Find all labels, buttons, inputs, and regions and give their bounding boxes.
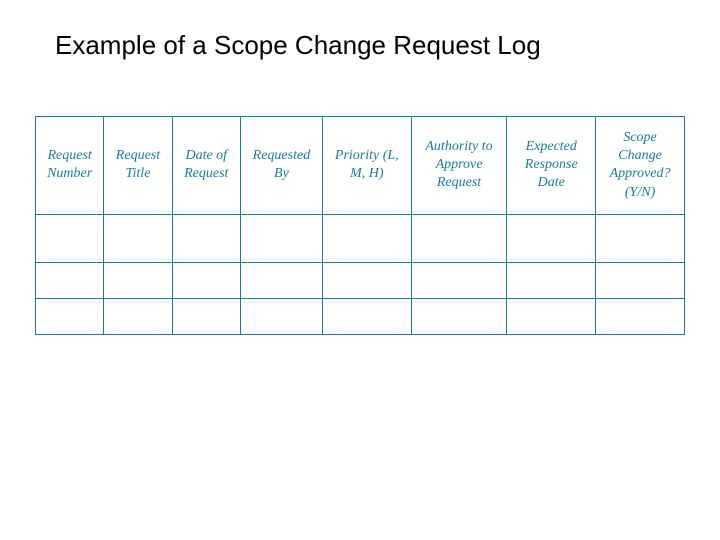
cell	[172, 262, 240, 298]
header-priority: Priority (L, M, H)	[322, 117, 411, 215]
cell	[411, 298, 507, 334]
header-requested-by: Requested By	[240, 117, 322, 215]
cell	[172, 214, 240, 262]
header-authority-to-approve: Authority to Approve Request	[411, 117, 507, 215]
header-date-of-request: Date of Request	[172, 117, 240, 215]
cell	[240, 214, 322, 262]
cell	[507, 298, 596, 334]
cell	[596, 262, 685, 298]
cell	[172, 298, 240, 334]
table-row	[36, 298, 685, 334]
table-row	[36, 214, 685, 262]
cell	[596, 214, 685, 262]
header-request-title: Request Title	[104, 117, 172, 215]
header-scope-change-approved: Scope Change Approved? (Y/N)	[596, 117, 685, 215]
page-title: Example of a Scope Change Request Log	[35, 30, 685, 61]
cell	[507, 262, 596, 298]
table-row	[36, 262, 685, 298]
cell	[596, 298, 685, 334]
cell	[322, 214, 411, 262]
cell	[104, 262, 172, 298]
cell	[240, 262, 322, 298]
cell	[411, 262, 507, 298]
table-header-row: Request Number Request Title Date of Req…	[36, 117, 685, 215]
scope-change-log-table: Request Number Request Title Date of Req…	[35, 116, 685, 335]
cell	[104, 214, 172, 262]
cell	[36, 298, 104, 334]
header-request-number: Request Number	[36, 117, 104, 215]
cell	[322, 262, 411, 298]
cell	[507, 214, 596, 262]
cell	[104, 298, 172, 334]
cell	[411, 214, 507, 262]
cell	[322, 298, 411, 334]
cell	[36, 262, 104, 298]
cell	[36, 214, 104, 262]
header-expected-response-date: Expected Response Date	[507, 117, 596, 215]
cell	[240, 298, 322, 334]
